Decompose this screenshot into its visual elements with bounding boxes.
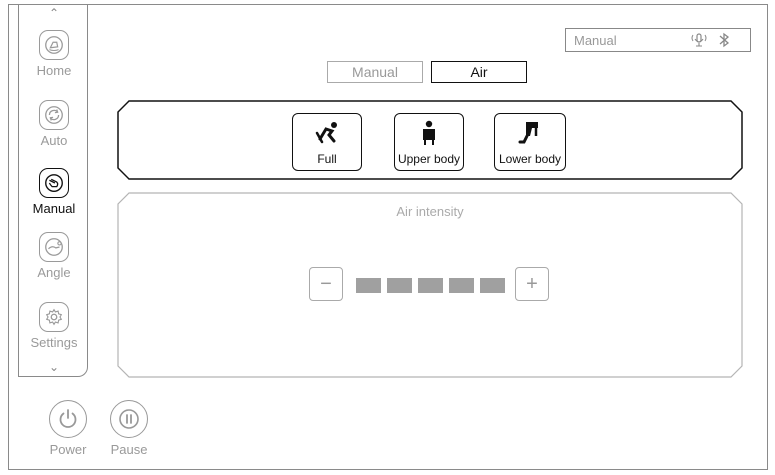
intensity-level-segment (356, 278, 381, 293)
sidebar-item-angle[interactable]: Angle (19, 232, 89, 280)
status-bar: Manual (565, 28, 751, 52)
sidebar-item-label: Auto (40, 133, 68, 148)
sidebar-item-label: Manual (32, 201, 76, 216)
bluetooth-icon (719, 32, 730, 48)
manual-hand-icon (39, 168, 69, 198)
air-zone-panel: Full Upper body Lower body (117, 100, 743, 180)
upper-body-button[interactable]: Upper body (394, 113, 464, 171)
pause-button[interactable]: Pause (109, 400, 149, 457)
sidebar: ⌃ Home Auto Manual Angle Settings ⌄ (18, 4, 88, 377)
tab-air[interactable]: Air (431, 61, 527, 83)
decrease-intensity-button[interactable]: − (309, 267, 343, 301)
intensity-level-bar (356, 278, 505, 293)
mode-label: Full (317, 152, 337, 166)
gear-icon (39, 302, 69, 332)
intensity-title: Air intensity (396, 204, 464, 219)
intensity-level-segment (387, 278, 412, 293)
power-icon (49, 400, 87, 438)
mode-label: Upper body (397, 152, 461, 166)
scroll-up-chevron-icon[interactable]: ⌃ (19, 6, 89, 20)
pause-label: Pause (110, 442, 148, 457)
home-hand-icon (39, 30, 69, 60)
intensity-level-segment (449, 278, 474, 293)
power-button[interactable]: Power (48, 400, 88, 457)
sidebar-item-auto[interactable]: Auto (19, 100, 89, 148)
scroll-down-chevron-icon[interactable]: ⌄ (19, 360, 89, 374)
sidebar-item-settings[interactable]: Settings (19, 302, 89, 350)
status-mode-label: Manual (574, 32, 617, 48)
lower-body-icon (518, 114, 542, 152)
sidebar-item-label: Settings (30, 335, 78, 350)
sidebar-item-home[interactable]: Home (19, 30, 89, 78)
pause-icon (110, 400, 148, 438)
intensity-level-segment (418, 278, 443, 293)
mode-label: Lower body (498, 152, 562, 166)
full-body-recline-icon (314, 114, 340, 152)
sidebar-item-label: Home (36, 63, 72, 78)
lower-body-button[interactable]: Lower body (494, 113, 566, 171)
sidebar-item-manual[interactable]: Manual (19, 168, 89, 216)
tab-manual[interactable]: Manual (327, 61, 423, 83)
mode-tabs: Manual Air (327, 61, 527, 83)
intensity-level-segment (480, 278, 505, 293)
power-label: Power (49, 442, 87, 457)
auto-cycle-icon (39, 100, 69, 130)
increase-intensity-button[interactable]: + (515, 267, 549, 301)
upper-body-icon (418, 114, 440, 152)
voice-icon (691, 33, 707, 47)
recline-angle-icon (39, 232, 69, 262)
full-body-button[interactable]: Full (292, 113, 362, 171)
sidebar-item-label: Angle (37, 265, 71, 280)
